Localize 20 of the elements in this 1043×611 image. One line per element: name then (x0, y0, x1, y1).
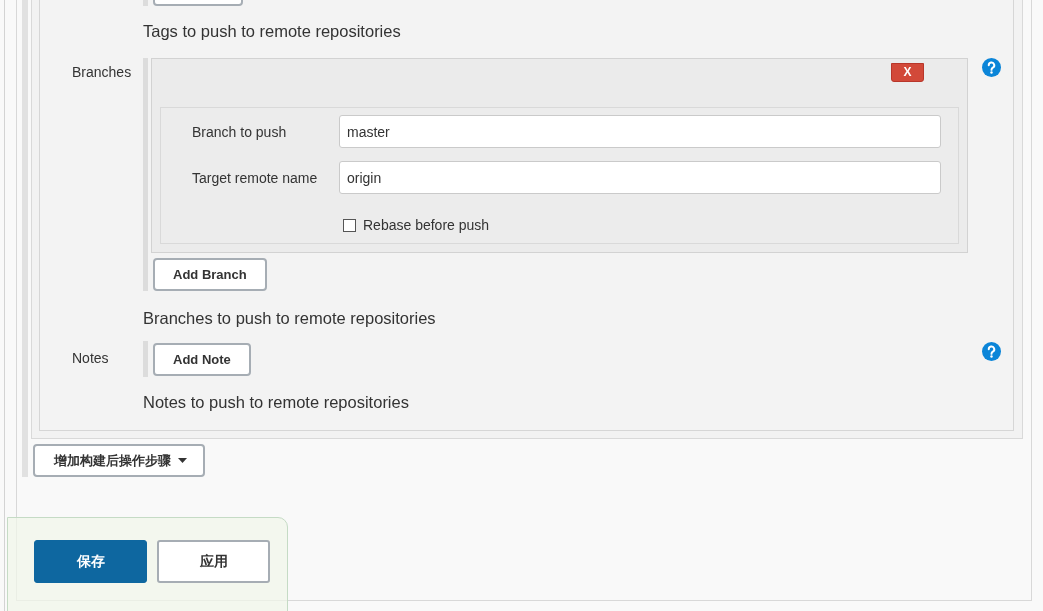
save-button[interactable]: 保存 (34, 540, 147, 583)
help-text: Branches to push to remote repositories (143, 308, 436, 329)
add-step-dropdown[interactable]: 增加构建后操作步骤 (33, 444, 205, 477)
field-label: Branches (72, 63, 132, 82)
delete-button[interactable]: X (891, 63, 924, 82)
text-input[interactable]: origin (339, 161, 941, 194)
help-icon[interactable] (982, 342, 1001, 361)
field-label: Branch to push (192, 123, 287, 140)
add-branch-button[interactable]: Add Branch (153, 258, 267, 291)
caret-icon (178, 458, 187, 463)
checkbox-label: Rebase before push (363, 217, 490, 233)
field-label: Notes (72, 349, 109, 368)
add-note-button[interactable]: Add Note (153, 343, 251, 376)
help-text: Notes to push to remote repositories (143, 392, 409, 413)
checkbox[interactable] (343, 218, 356, 232)
help-icon[interactable] (982, 58, 1001, 77)
field-label: Target remote name (192, 169, 318, 186)
apply-button[interactable]: 应用 (157, 540, 270, 583)
text-input[interactable]: master (339, 115, 941, 148)
help-text: Tags to push to remote repositories (143, 21, 401, 42)
